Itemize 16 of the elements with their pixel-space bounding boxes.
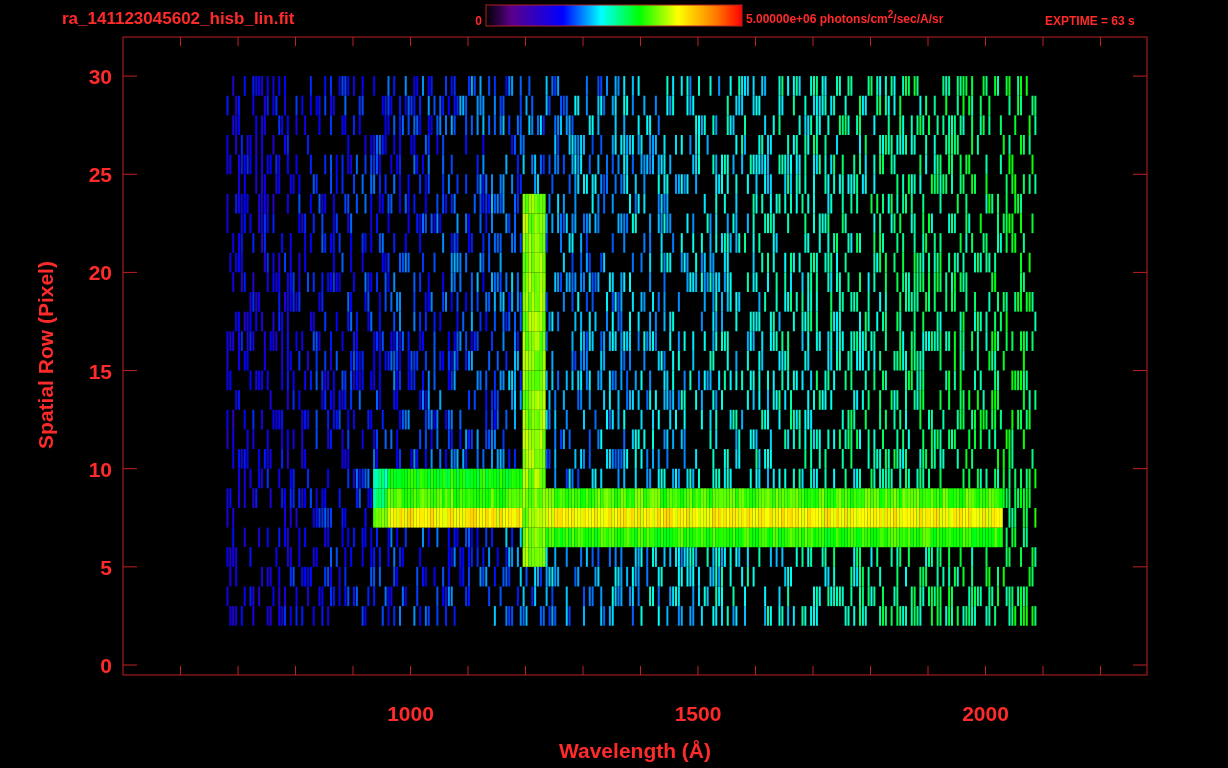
y-tick-label: 10 [88,457,112,481]
y-tick-label: 0 [100,654,112,677]
y-tick-label: 15 [88,359,112,383]
colorbar-max-label: 5.00000e+06 photons/cm$^{2}$/sec/A/sr [746,8,944,28]
x-tick-label: 1000 [387,702,434,725]
file-title: ra_141123045602_hisb_lin.fit [62,9,295,28]
y-tick-label: 5 [100,555,112,579]
y-tick-label: 25 [88,163,112,187]
x-tick-label: 2000 [962,702,1009,725]
colorbar-min-label: 0 [475,14,482,28]
y-tick-label: 30 [88,65,112,89]
y-axis-label: Spatial Row (Pixel) [34,261,57,449]
y-tick-label: 20 [88,261,112,285]
x-tick-label: 1500 [674,702,722,725]
x-axis-label: Wavelength (Å) [558,739,712,762]
exposure-time: EXPTIME = 63 s [1045,14,1135,28]
